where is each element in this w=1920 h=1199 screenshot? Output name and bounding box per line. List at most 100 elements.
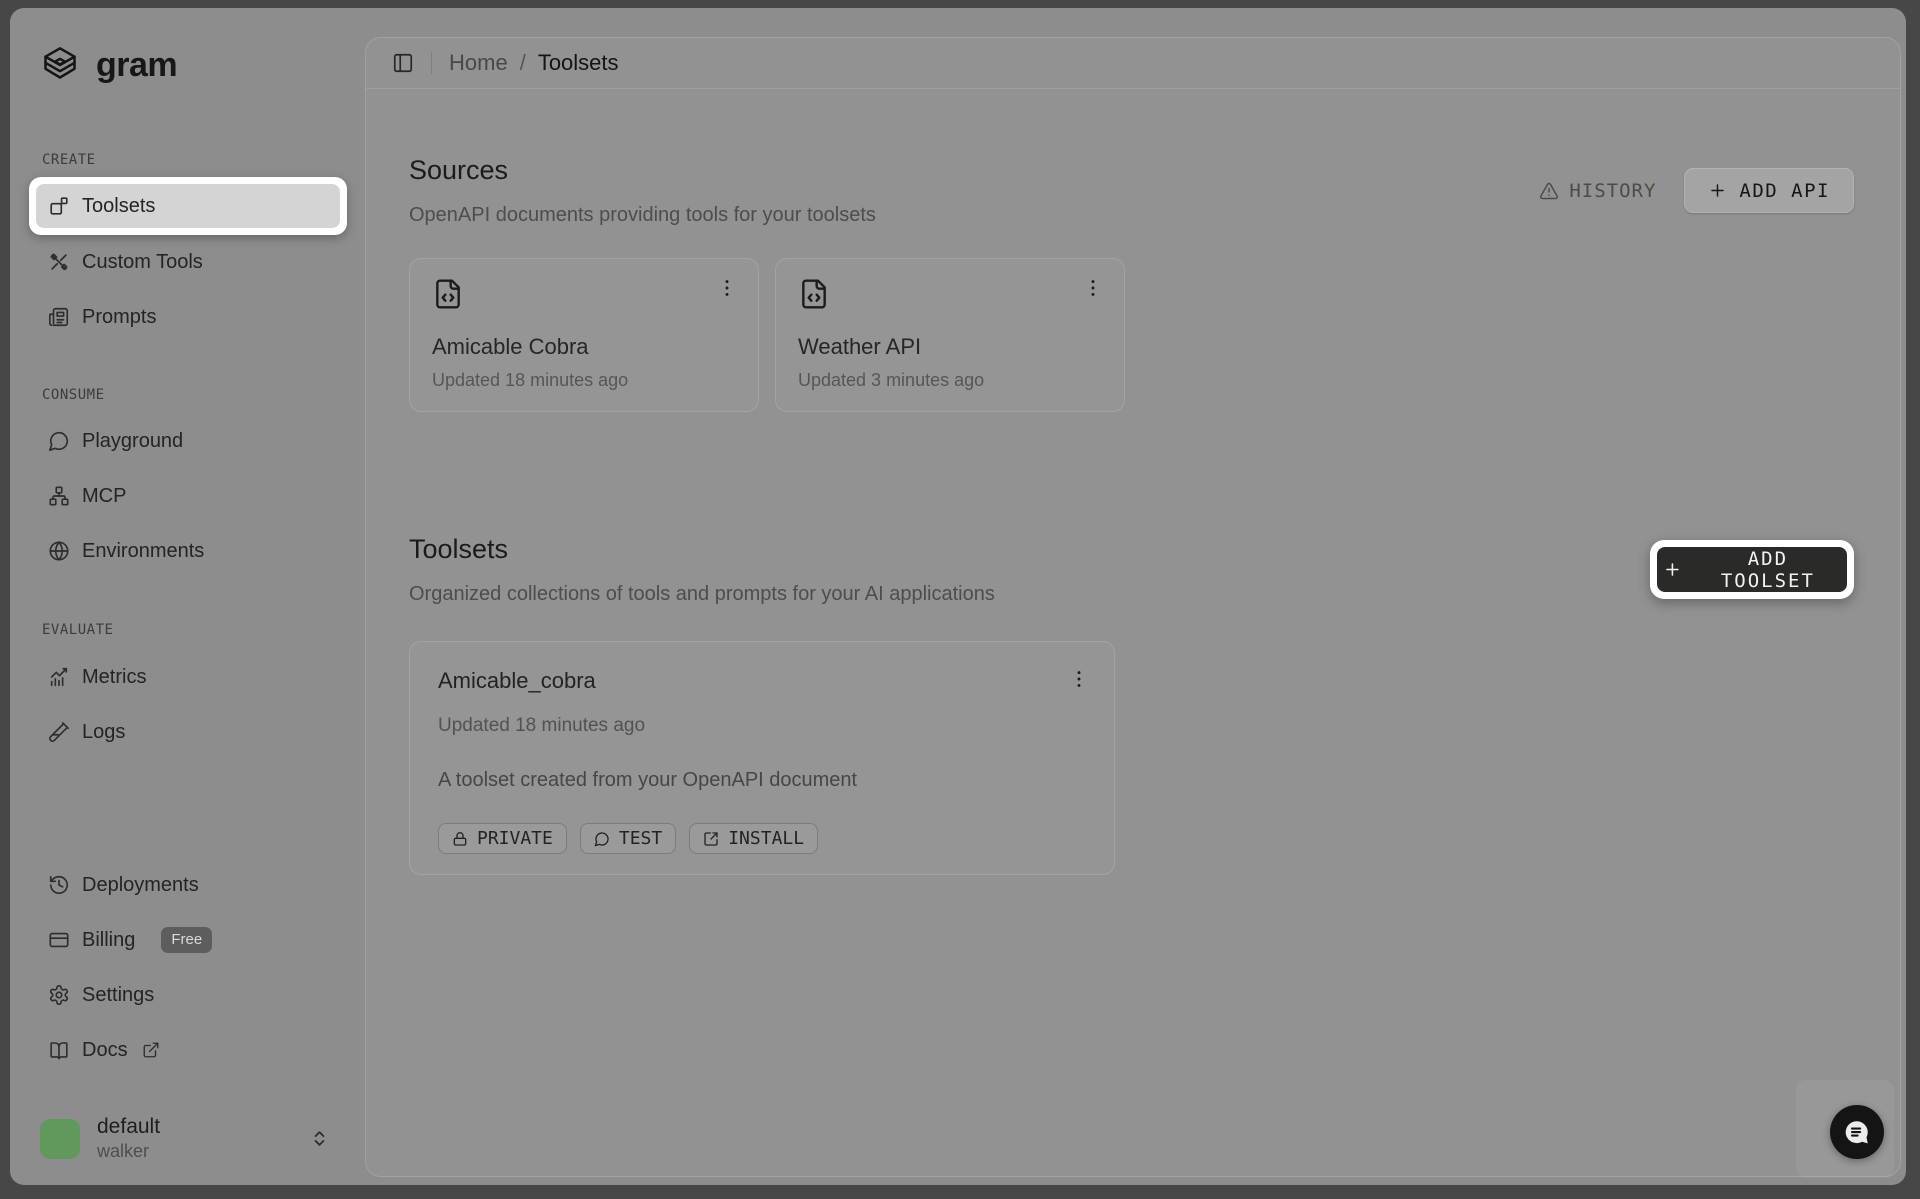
app-window: gram CREATE Toolsets <box>10 8 1906 1185</box>
sidebar-item-settings[interactable]: Settings <box>40 973 343 1017</box>
sidebar-item-docs[interactable]: Docs <box>40 1028 343 1072</box>
sources-actions: HISTORY ADD API <box>1539 168 1854 213</box>
test-tube-icon <box>48 721 70 743</box>
toolsets-spotlight-ring: Toolsets <box>29 177 347 235</box>
toolset-card-meta: Updated 18 minutes ago <box>438 715 1090 737</box>
kebab-menu-icon <box>1082 277 1104 299</box>
sources-heading-group: Sources OpenAPI documents providing tool… <box>409 154 876 227</box>
history-clock-icon <box>48 874 70 896</box>
main-panel: Home / Toolsets Sources OpenAPI document… <box>365 37 1901 1177</box>
sidebar-item-prompts[interactable]: Prompts <box>40 295 343 339</box>
sidebar-item-custom-tools[interactable]: Custom Tools <box>40 240 343 284</box>
sources-subtitle: OpenAPI documents providing tools for yo… <box>409 204 876 227</box>
nav-section-create: CREATE <box>42 152 343 168</box>
add-toolset-spotlight-ring: ADD TOOLSET <box>1650 540 1854 599</box>
screenshot-stage: gram CREATE Toolsets <box>0 0 1920 1199</box>
breadcrumb-current: Toolsets <box>538 50 619 76</box>
sidebar-item-label: Playground <box>82 430 183 453</box>
file-code-icon <box>432 277 464 311</box>
chart-metrics-icon <box>48 666 70 688</box>
sidebar-toggle-button[interactable] <box>392 52 414 74</box>
sidebar-item-toolsets[interactable]: Toolsets <box>36 184 340 228</box>
message-circle-icon <box>594 831 610 847</box>
kebab-menu-icon <box>716 277 738 299</box>
plus-icon <box>1663 560 1682 579</box>
breadcrumb: Home / Toolsets <box>449 50 619 76</box>
source-card-menu-button[interactable] <box>716 277 738 299</box>
sidebar-item-metrics[interactable]: Metrics <box>40 655 343 699</box>
toolsets-heading-group: Toolsets Organized collections of tools … <box>409 533 995 606</box>
workspace-user: walker <box>97 1141 160 1162</box>
workspace-switcher[interactable]: default walker <box>40 1115 343 1162</box>
breadcrumb-home[interactable]: Home <box>449 50 508 76</box>
book-open-icon <box>48 1039 70 1061</box>
sidebar-item-label: Billing <box>82 929 135 952</box>
source-card-weather-api[interactable]: Weather API Updated 3 minutes ago <box>775 258 1125 412</box>
install-badge[interactable]: INSTALL <box>689 823 818 854</box>
history-button[interactable]: HISTORY <box>1539 180 1656 202</box>
brand-wordmark: gram <box>96 46 177 85</box>
sidebar-item-label: MCP <box>82 485 126 508</box>
toolset-card-amicable-cobra[interactable]: Amicable_cobra Updated 18 minutes ago A … <box>409 641 1115 875</box>
plus-icon <box>1708 181 1727 200</box>
credit-card-icon <box>48 929 70 951</box>
sidebar-item-deployments[interactable]: Deployments <box>40 863 343 907</box>
toolsets-title: Toolsets <box>409 533 995 565</box>
source-card-meta: Updated 3 minutes ago <box>798 370 1104 391</box>
external-link-icon <box>142 1041 160 1059</box>
header-divider <box>431 52 432 74</box>
square-arrow-out-icon <box>703 831 719 847</box>
sidebar-footer: Deployments Billing Free Settings <box>40 863 343 1072</box>
test-badge[interactable]: TEST <box>580 823 676 854</box>
sidebar-item-label: Logs <box>82 721 125 744</box>
chat-bubble-icon <box>1842 1117 1872 1147</box>
warning-triangle-icon <box>1539 181 1559 201</box>
crossed-tools-icon <box>48 251 70 273</box>
workspace-text: default walker <box>97 1115 160 1162</box>
sidebar-item-label: Docs <box>82 1039 128 1062</box>
newspaper-icon <box>48 306 70 328</box>
toolsets-subtitle: Organized collections of tools and promp… <box>409 583 995 606</box>
kebab-menu-icon <box>1068 668 1090 690</box>
sidebar-item-environments[interactable]: Environments <box>40 529 343 573</box>
nav-section-consume: CONSUME <box>42 387 343 403</box>
sources-section: Sources OpenAPI documents providing tool… <box>409 154 1854 412</box>
brand-logo[interactable]: gram <box>40 44 343 86</box>
source-cards-row: Amicable Cobra Updated 18 minutes ago <box>409 258 1854 412</box>
file-code-icon <box>798 277 830 311</box>
gram-logo-icon <box>40 45 80 85</box>
panel-left-icon <box>392 52 414 74</box>
sidebar-item-billing[interactable]: Billing Free <box>40 918 343 962</box>
blocks-icon <box>48 195 70 217</box>
add-toolset-button[interactable]: ADD TOOLSET <box>1657 547 1847 592</box>
sidebar-item-label: Custom Tools <box>82 251 203 274</box>
source-card-menu-button[interactable] <box>1082 277 1104 299</box>
sidebar-item-logs[interactable]: Logs <box>40 710 343 754</box>
source-card-amicable-cobra[interactable]: Amicable Cobra Updated 18 minutes ago <box>409 258 759 412</box>
source-card-title: Weather API <box>798 334 1104 360</box>
sidebar-item-label: Deployments <box>82 874 199 897</box>
sidebar-item-label: Environments <box>82 540 204 563</box>
toolsets-section: Toolsets Organized collections of tools … <box>409 533 1854 875</box>
private-badge[interactable]: PRIVATE <box>438 823 567 854</box>
workspace-avatar <box>40 1119 80 1159</box>
panel-header: Home / Toolsets <box>366 38 1900 89</box>
gear-icon <box>48 984 70 1006</box>
sidebar-item-mcp[interactable]: MCP <box>40 474 343 518</box>
add-api-button[interactable]: ADD API <box>1684 168 1854 213</box>
sidebar-item-label: Prompts <box>82 306 156 329</box>
sidebar-item-label: Toolsets <box>82 195 155 218</box>
toolset-card-title: Amicable_cobra <box>438 668 596 694</box>
sidebar-item-playground[interactable]: Playground <box>40 419 343 463</box>
workspace-name: default <box>97 1115 160 1139</box>
breadcrumb-separator: / <box>520 50 526 76</box>
free-plan-badge: Free <box>161 927 212 953</box>
globe-icon <box>48 540 70 562</box>
chat-fab-button[interactable] <box>1830 1105 1884 1159</box>
toolset-card-menu-button[interactable] <box>1068 668 1090 690</box>
nav-section-evaluate: EVALUATE <box>42 622 343 638</box>
lock-icon <box>452 831 468 847</box>
message-circle-icon <box>48 430 70 452</box>
sidebar-item-label: Metrics <box>82 666 146 689</box>
sidebar: gram CREATE Toolsets <box>10 8 365 1185</box>
